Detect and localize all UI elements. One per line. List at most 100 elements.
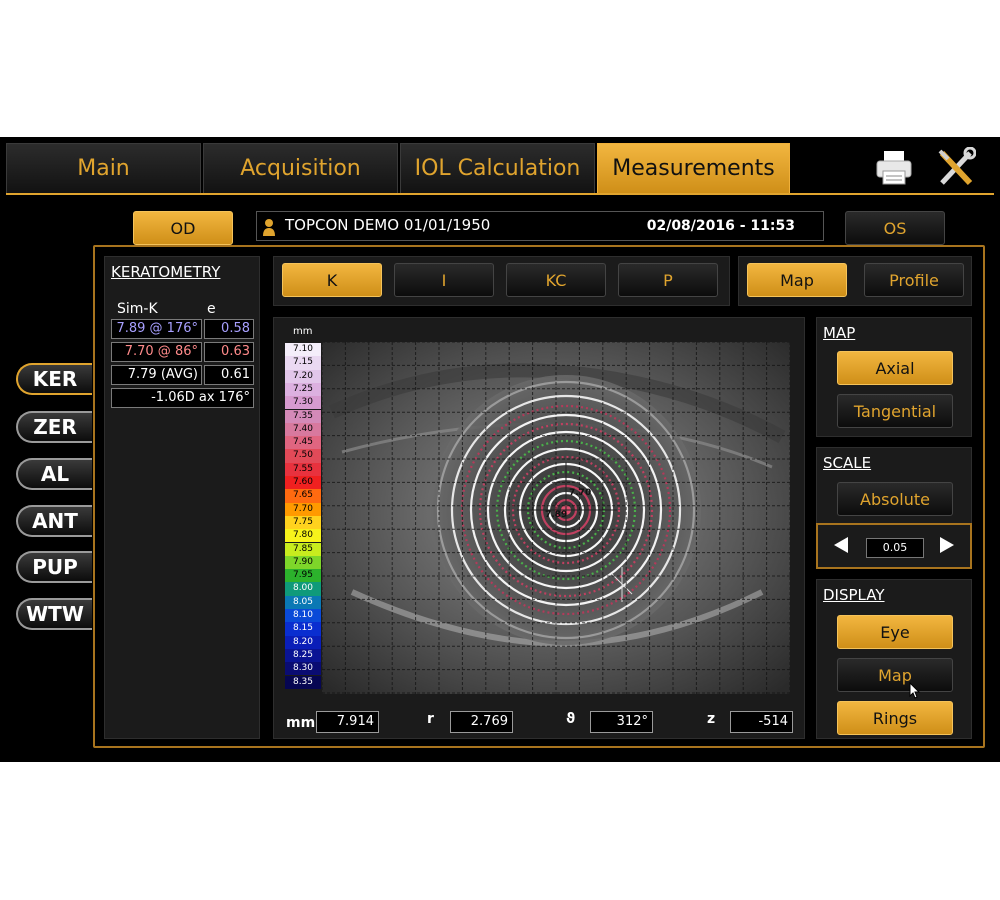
legend-entry: 7.55 bbox=[285, 462, 321, 476]
tab-iol-calculation[interactable]: IOL Calculation bbox=[400, 143, 595, 193]
legend-entry: 7.15 bbox=[285, 356, 321, 370]
display-panel-title: DISPLAY bbox=[823, 586, 885, 604]
legend-entry: 7.80 bbox=[285, 529, 321, 543]
person-icon bbox=[263, 218, 275, 240]
display-eye-label: Eye bbox=[880, 622, 910, 642]
side-tab-al[interactable]: AL bbox=[16, 458, 92, 490]
legend-entry: 8.05 bbox=[285, 595, 321, 609]
od-button[interactable]: OD bbox=[133, 211, 233, 245]
e-header: e bbox=[207, 301, 216, 317]
mode-p-button[interactable]: P bbox=[618, 263, 718, 297]
side-tab-label: WTW bbox=[26, 602, 84, 626]
readout-theta-value: 312° bbox=[590, 711, 653, 733]
display-map-button[interactable]: Map bbox=[837, 658, 953, 692]
legend-entry: 7.95 bbox=[285, 569, 321, 583]
e-k2-value: 0.63 bbox=[204, 342, 254, 362]
e-k1-value: 0.58 bbox=[204, 319, 254, 339]
legend-entry: 7.70 bbox=[285, 502, 321, 516]
readout-theta-label: ϑ bbox=[566, 711, 576, 727]
readout-mm-value: 7.914 bbox=[316, 711, 379, 733]
legend-entry: 8.00 bbox=[285, 582, 321, 596]
legend-entry: 7.90 bbox=[285, 555, 321, 570]
exam-datetime: 02/08/2016 - 11:53 bbox=[646, 218, 795, 234]
axial-button[interactable]: Axial bbox=[837, 351, 953, 385]
axial-label: Axial bbox=[875, 358, 915, 378]
legend-entry: 8.30 bbox=[285, 662, 321, 676]
display-eye-button[interactable]: Eye bbox=[837, 615, 953, 649]
tab-label: Main bbox=[77, 156, 130, 181]
tab-acquisition[interactable]: Acquisition bbox=[203, 143, 398, 193]
map-panel-title: MAP bbox=[823, 324, 856, 342]
e-avg-value: 0.61 bbox=[204, 365, 254, 385]
scale-increase-icon[interactable] bbox=[940, 537, 954, 553]
legend-entry: 7.45 bbox=[285, 436, 321, 450]
tab-label: Measurements bbox=[612, 156, 775, 181]
absolute-label: Absolute bbox=[860, 489, 930, 509]
mode-label: P bbox=[663, 270, 673, 290]
mode-label: KC bbox=[545, 270, 567, 290]
side-tab-label: AL bbox=[40, 462, 70, 486]
legend-entry: 7.65 bbox=[285, 489, 321, 503]
side-tab-label: ZER bbox=[33, 415, 77, 439]
mode-i-button[interactable]: I bbox=[394, 263, 494, 297]
legend-entry: 8.25 bbox=[285, 648, 321, 663]
simk-k2-value: 7.70 @ 86° bbox=[111, 342, 202, 362]
side-tab-label: KER bbox=[32, 367, 78, 391]
side-tab-pup[interactable]: PUP bbox=[16, 551, 92, 583]
simk-header: Sim-K bbox=[117, 301, 158, 317]
legend-entry: 7.50 bbox=[285, 449, 321, 463]
mode-k-button[interactable]: K bbox=[282, 263, 382, 297]
legend-unit: mm bbox=[293, 326, 313, 337]
os-button[interactable]: OS bbox=[845, 211, 945, 245]
scale-panel-title: SCALE bbox=[823, 454, 872, 472]
legend-entry: 7.75 bbox=[285, 515, 321, 530]
view-label: Profile bbox=[889, 270, 939, 290]
display-rings-button[interactable]: Rings bbox=[837, 701, 953, 735]
side-tab-ker[interactable]: KER bbox=[16, 363, 92, 395]
patient-bar: TOPCON DEMO 01/01/1950 02/08/2016 - 11:5… bbox=[256, 211, 824, 241]
tangential-button[interactable]: Tangential bbox=[837, 394, 953, 428]
legend-entry: 8.35 bbox=[285, 675, 321, 689]
view-label: Map bbox=[780, 270, 814, 290]
tools-icon[interactable] bbox=[936, 146, 977, 189]
mouse-cursor-icon bbox=[909, 681, 921, 704]
simk-k1-value: 7.89 @ 176° bbox=[111, 319, 202, 339]
tab-main[interactable]: Main bbox=[6, 143, 201, 193]
od-label: OD bbox=[170, 218, 196, 238]
k2-map-label: 7.89 bbox=[545, 510, 568, 520]
os-label: OS bbox=[883, 218, 907, 238]
tangential-label: Tangential bbox=[853, 401, 937, 421]
app-window: Main Acquisition IOL Calculation Measure… bbox=[0, 137, 1000, 762]
legend-entry: 7.30 bbox=[285, 396, 321, 410]
side-tab-ant[interactable]: ANT bbox=[16, 505, 92, 537]
view-map-button[interactable]: Map bbox=[747, 263, 847, 297]
legend-entry: 8.15 bbox=[285, 622, 321, 636]
astigmatism-value: -1.06D ax 176° bbox=[111, 388, 254, 408]
view-profile-button[interactable]: Profile bbox=[864, 263, 964, 297]
legend-entry: 7.40 bbox=[285, 422, 321, 437]
tab-underline bbox=[6, 193, 994, 195]
side-tab-wtw[interactable]: WTW bbox=[16, 598, 92, 630]
legend-entry: 7.35 bbox=[285, 409, 321, 423]
mode-label: I bbox=[441, 270, 447, 290]
patient-name: TOPCON DEMO 01/01/1950 bbox=[285, 216, 491, 234]
mode-label: K bbox=[326, 270, 338, 290]
side-tab-zer[interactable]: ZER bbox=[16, 411, 92, 443]
legend-entry: 8.10 bbox=[285, 609, 321, 623]
scale-decrease-icon[interactable] bbox=[834, 537, 848, 553]
scale-step-value: 0.05 bbox=[866, 538, 924, 558]
legend-entry: 8.20 bbox=[285, 635, 321, 649]
printer-icon[interactable] bbox=[874, 149, 914, 187]
mode-kc-button[interactable]: KC bbox=[506, 263, 606, 297]
side-tab-label: ANT bbox=[32, 509, 78, 533]
keratometry-title: KERATOMETRY bbox=[111, 263, 221, 281]
readout-mm-label: mm bbox=[286, 715, 316, 731]
k1-map-label: 7.70 bbox=[569, 488, 592, 498]
legend-entry: 7.85 bbox=[285, 542, 321, 556]
tab-measurements[interactable]: Measurements bbox=[597, 143, 790, 193]
readout-r-label: r bbox=[427, 711, 434, 727]
legend-entry: 7.10 bbox=[285, 343, 321, 357]
legend-entry: 7.60 bbox=[285, 476, 321, 490]
readout-z-label: z bbox=[707, 711, 716, 727]
absolute-button[interactable]: Absolute bbox=[837, 482, 953, 516]
